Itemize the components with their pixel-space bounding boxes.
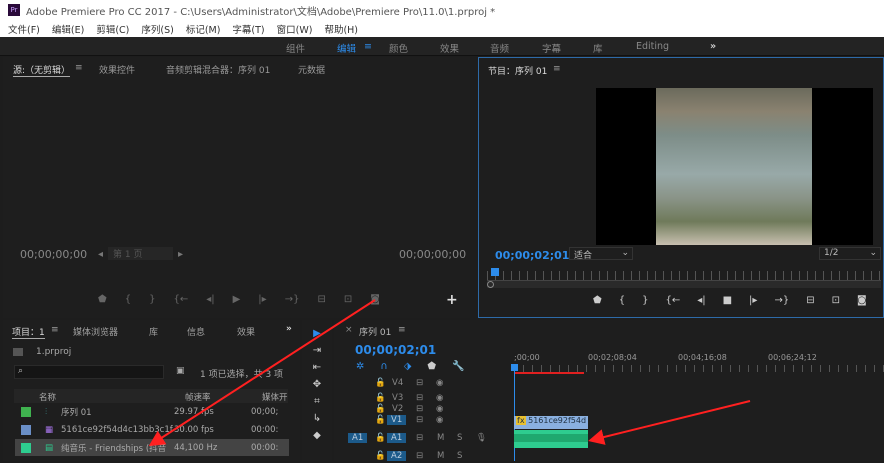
red-arrow-to-audio-item [148,299,376,447]
annotation-arrows [148,299,751,447]
red-arrow-to-audio-clip [588,400,751,445]
